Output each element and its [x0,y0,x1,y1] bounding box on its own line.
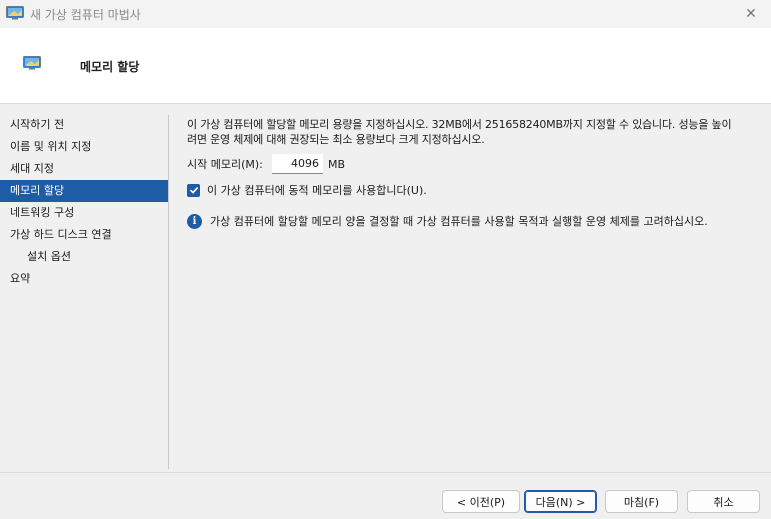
close-button[interactable]: ✕ [731,0,771,28]
cancel-button[interactable]: 취소 [687,490,760,513]
next-button[interactable]: 다음(N) > [524,490,597,513]
description-line-2: 려면 운영 체제에 대해 권장되는 최소 용량보다 크게 지정하십시오. [187,133,485,146]
monitor-icon [23,56,41,70]
memory-page-main: 이 가상 컴퓨터에 할당할 메모리 용량을 지정하십시오. 32MB에서 251… [187,117,762,229]
check-icon [189,187,198,194]
sidebar-item-summary[interactable]: 요약 [0,268,168,290]
info-text: 가상 컴퓨터에 할당할 메모리 양을 결정할 때 가상 컴퓨터를 사용할 목적과… [210,215,708,228]
vertical-divider [168,115,169,469]
wizard-content: 시작하기 전 이름 및 위치 지정 세대 지정 메모리 할당 네트워킹 구성 가… [0,105,771,471]
wizard-header: 메모리 할당 [0,28,771,104]
info-note: i 가상 컴퓨터에 할당할 메모리 양을 결정할 때 가상 컴퓨터를 사용할 목… [187,212,708,230]
sidebar-item-virtual-disk[interactable]: 가상 하드 디스크 연결 [0,224,168,246]
wizard-footer: < 이전(P) 다음(N) > 마침(F) 취소 [0,472,771,519]
wizard-steps-sidebar: 시작하기 전 이름 및 위치 지정 세대 지정 메모리 할당 네트워킹 구성 가… [0,114,168,290]
previous-button[interactable]: < 이전(P) [442,490,520,513]
finish-button[interactable]: 마침(F) [605,490,678,513]
memory-description: 이 가상 컴퓨터에 할당할 메모리 용량을 지정하십시오. 32MB에서 251… [187,117,762,147]
dynamic-memory-checkbox[interactable] [187,183,200,197]
sidebar-item-before-you-begin[interactable]: 시작하기 전 [0,114,168,136]
close-icon: ✕ [745,6,757,22]
page-title: 메모리 할당 [80,60,140,74]
dynamic-memory-option[interactable]: 이 가상 컴퓨터에 동적 메모리를 사용합니다(U). [187,181,427,199]
sidebar-item-memory[interactable]: 메모리 할당 [0,180,168,202]
sidebar-item-name-location[interactable]: 이름 및 위치 지정 [0,136,168,158]
startup-memory-unit: MB [328,157,346,171]
window-title: 새 가상 컴퓨터 마법사 [30,8,141,22]
monitor-icon [6,6,24,20]
startup-memory-input[interactable] [272,154,323,174]
title-bar: 새 가상 컴퓨터 마법사 ✕ [0,0,771,28]
dynamic-memory-label[interactable]: 이 가상 컴퓨터에 동적 메모리를 사용합니다(U). [207,182,427,198]
startup-memory-row: 시작 메모리(M): MB [187,153,345,175]
info-icon: i [187,213,202,229]
sidebar-item-generation[interactable]: 세대 지정 [0,158,168,180]
sidebar-item-networking[interactable]: 네트워킹 구성 [0,202,168,224]
description-line-1: 이 가상 컴퓨터에 할당할 메모리 용량을 지정하십시오. 32MB에서 251… [187,118,732,131]
startup-memory-label: 시작 메모리(M): [187,158,263,171]
sidebar-item-install-options[interactable]: 설치 옵션 [0,246,168,268]
